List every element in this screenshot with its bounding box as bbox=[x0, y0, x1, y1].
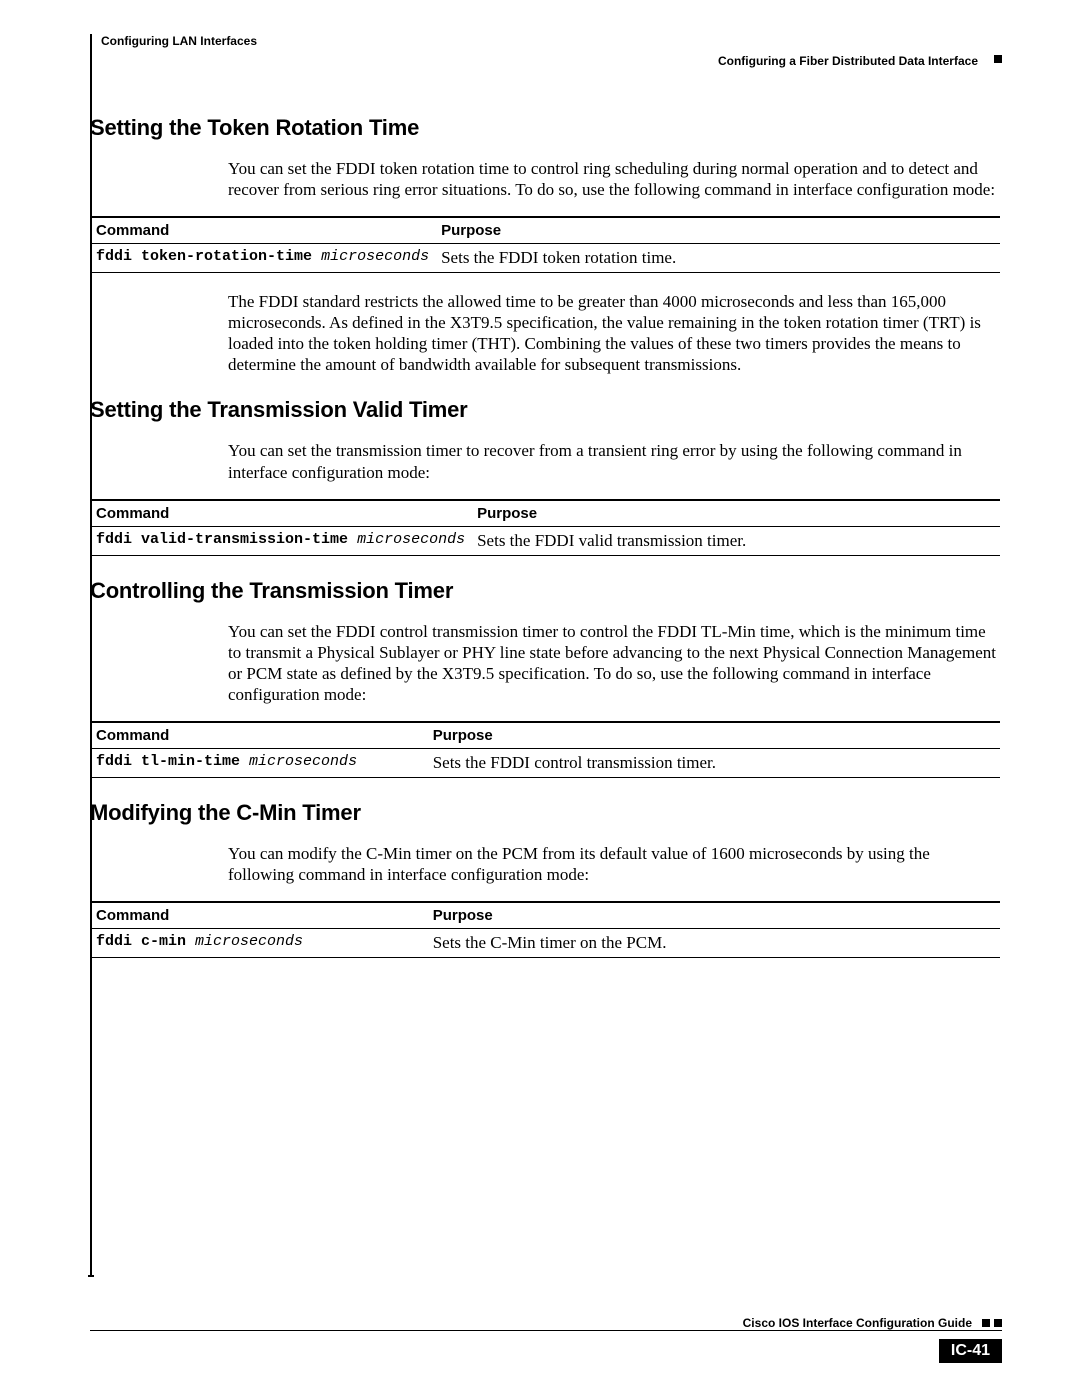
command-argument: microseconds bbox=[249, 753, 357, 770]
table-row: fddi token-rotation-time microseconds Se… bbox=[90, 244, 1000, 273]
col-header-purpose: Purpose bbox=[427, 722, 1000, 749]
table-row: fddi c-min microseconds Sets the C-Min t… bbox=[90, 929, 1000, 958]
section-token-rotation: Setting the Token Rotation Time You can … bbox=[90, 115, 1000, 375]
section-transmission-valid: Setting the Transmission Valid Timer You… bbox=[90, 397, 1000, 555]
purpose-cell: Sets the C-Min timer on the PCM. bbox=[427, 929, 1000, 958]
col-header-command: Command bbox=[90, 217, 435, 244]
header-marker-icon bbox=[994, 55, 1002, 63]
col-header-command: Command bbox=[90, 902, 427, 929]
purpose-cell: Sets the FDDI control transmission timer… bbox=[427, 748, 1000, 777]
section-heading: Setting the Transmission Valid Timer bbox=[90, 397, 1000, 423]
section-title-wrap: Configuring a Fiber Distributed Data Int… bbox=[718, 34, 1002, 68]
section-heading: Controlling the Transmission Timer bbox=[90, 578, 1000, 604]
footer-guide-title: Cisco IOS Interface Configuration Guide bbox=[743, 1316, 972, 1330]
corner-tick bbox=[88, 1275, 94, 1277]
document-page: Configuring LAN Interfaces Configuring a… bbox=[0, 0, 1080, 1397]
purpose-cell: Sets the FDDI token rotation time. bbox=[435, 244, 1000, 273]
command-argument: microseconds bbox=[195, 933, 303, 950]
footer-rule bbox=[90, 1330, 1002, 1331]
command-keyword: fddi c-min bbox=[96, 933, 186, 950]
footer-marker-icon bbox=[982, 1319, 1002, 1327]
command-cell: fddi c-min microseconds bbox=[90, 929, 427, 958]
command-keyword: fddi valid-transmission-time bbox=[96, 531, 348, 548]
command-cell: fddi valid-transmission-time microsecond… bbox=[90, 526, 471, 555]
section-after-text: The FDDI standard restricts the allowed … bbox=[228, 291, 1000, 375]
col-header-purpose: Purpose bbox=[427, 902, 1000, 929]
purpose-cell: Sets the FDDI valid transmission timer. bbox=[471, 526, 1000, 555]
section-intro: You can modify the C-Min timer on the PC… bbox=[228, 843, 1000, 885]
running-footer: Cisco IOS Interface Configuration Guide bbox=[90, 1316, 1002, 1335]
command-keyword: fddi token-rotation-time bbox=[96, 248, 312, 265]
table-row: fddi valid-transmission-time microsecond… bbox=[90, 526, 1000, 555]
command-table: Command Purpose fddi c-min microseconds … bbox=[90, 901, 1000, 958]
section-cmin-timer: Modifying the C-Min Timer You can modify… bbox=[90, 800, 1000, 958]
page-content: Setting the Token Rotation Time You can … bbox=[90, 115, 1000, 980]
table-row: fddi tl-min-time microseconds Sets the F… bbox=[90, 748, 1000, 777]
command-table: Command Purpose fddi token-rotation-time… bbox=[90, 216, 1000, 273]
section-title: Configuring a Fiber Distributed Data Int… bbox=[718, 54, 978, 68]
section-heading: Modifying the C-Min Timer bbox=[90, 800, 1000, 826]
command-keyword: fddi tl-min-time bbox=[96, 753, 240, 770]
section-intro: You can set the FDDI control transmissio… bbox=[228, 621, 1000, 705]
col-header-purpose: Purpose bbox=[435, 217, 1000, 244]
chapter-title: Configuring LAN Interfaces bbox=[95, 34, 257, 48]
running-header: Configuring LAN Interfaces Configuring a… bbox=[95, 34, 1002, 68]
command-cell: fddi token-rotation-time microseconds bbox=[90, 244, 435, 273]
page-number: IC-41 bbox=[939, 1339, 1002, 1363]
section-heading: Setting the Token Rotation Time bbox=[90, 115, 1000, 141]
command-argument: microseconds bbox=[357, 531, 465, 548]
section-intro: You can set the transmission timer to re… bbox=[228, 440, 1000, 482]
col-header-command: Command bbox=[90, 500, 471, 527]
command-table: Command Purpose fddi tl-min-time microse… bbox=[90, 721, 1000, 778]
col-header-command: Command bbox=[90, 722, 427, 749]
section-controlling-transmission: Controlling the Transmission Timer You c… bbox=[90, 578, 1000, 778]
section-intro: You can set the FDDI token rotation time… bbox=[228, 158, 1000, 200]
col-header-purpose: Purpose bbox=[471, 500, 1000, 527]
command-table: Command Purpose fddi valid-transmission-… bbox=[90, 499, 1000, 556]
command-argument: microseconds bbox=[321, 248, 429, 265]
command-cell: fddi tl-min-time microseconds bbox=[90, 748, 427, 777]
